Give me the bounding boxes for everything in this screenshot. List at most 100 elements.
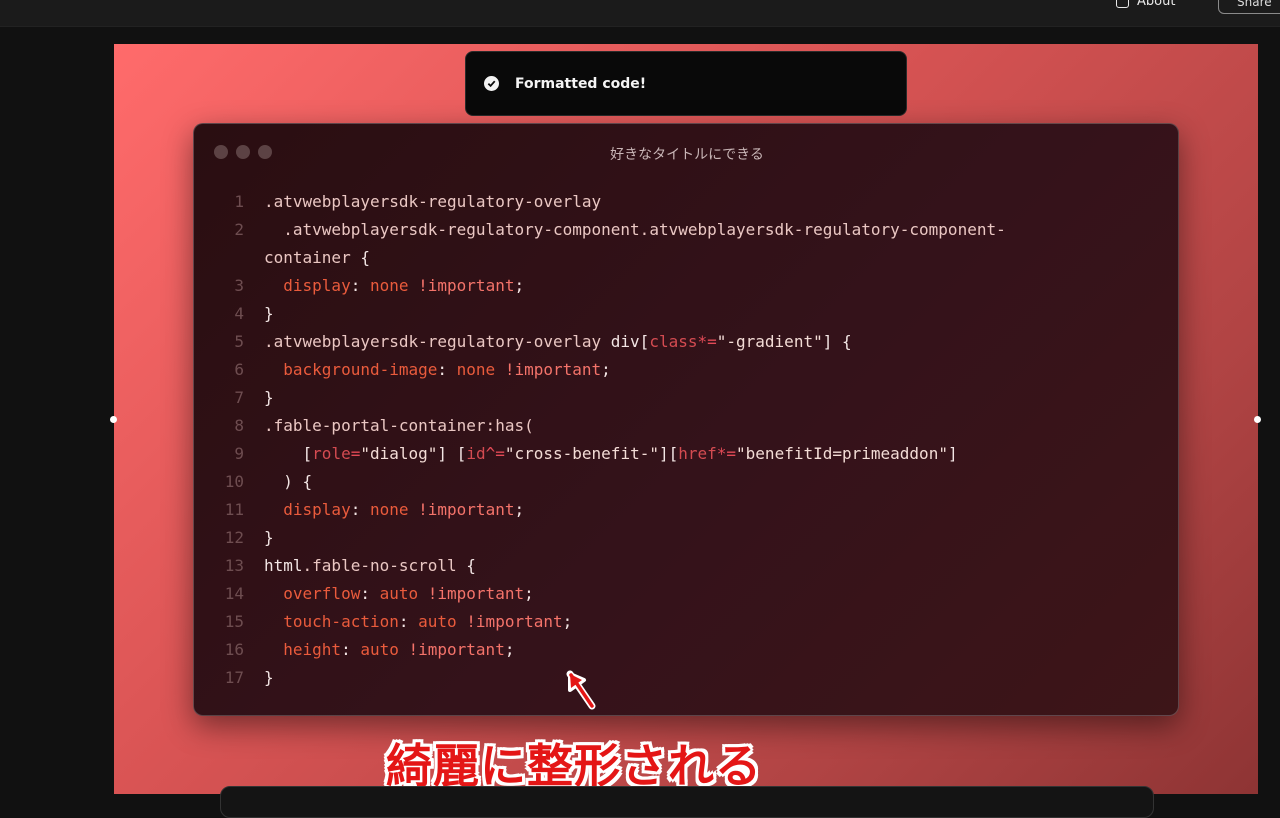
resize-handle-left[interactable] [110,416,117,423]
line-number: 6 [234,360,244,379]
code-token: .fable-portal-container:has( [264,416,534,435]
code-token: none [456,360,496,379]
about-button[interactable]: About [1116,0,1175,9]
code-token: display [264,276,351,295]
code-token: : [341,640,361,659]
code-text: height: auto !important; [264,636,514,664]
code-line: 12} [214,524,1144,552]
code-text: touch-action: auto !important; [264,608,572,636]
code-token: .atvwebplayersdk-regulatory-overlay [264,332,611,351]
code-token: : [350,500,370,519]
code-token: { [456,556,476,575]
code-token: div[ [610,332,650,351]
check-circle-icon [484,76,499,91]
code-token: } [264,668,274,687]
line-number: 3 [234,276,244,295]
code-line: 16 height: auto !important; [214,636,1144,664]
code-token: ][ [658,444,679,463]
code-token: "cross-benefit-" [504,444,659,463]
code-token: *= [716,444,737,463]
window-title[interactable]: 好きなタイトルにできる [194,144,1180,164]
code-text: } [264,664,274,692]
code-token: ] [ [437,444,467,463]
code-token: auto [418,612,457,631]
code-token: !important [408,500,515,519]
code-token: auto [379,584,419,603]
line-number: 5 [234,332,244,351]
line-number: 14 [224,584,244,603]
code-text: overflow: auto !important; [264,580,534,608]
code-token: ; [562,612,573,631]
code-window: 好きなタイトルにできる 1 .atvwebplayersdk-regulatory… [193,123,1179,716]
about-label: About [1137,0,1176,9]
code-line: 6 background-image: none !important; [214,356,1144,384]
resize-handle-right[interactable] [1254,416,1261,423]
code-token: class [649,332,698,351]
code-text: } [264,524,274,552]
code-token: *= [697,332,717,351]
code-text: .atvwebplayersdk-regulatory-overlay div[… [264,328,852,356]
code-line: 7} [214,384,1144,412]
code-token: .atvwebplayersdk-regulatory-overlay [264,192,602,211]
code-token: touch-action [264,612,399,631]
code-token: ; [504,640,515,659]
code-line: 11 display: none !important; [214,496,1144,524]
line-number: 17 [224,668,244,687]
code-token: } [264,388,274,407]
code-token: "dialog" [360,444,438,463]
code-token: } [264,528,274,547]
line-number: 9 [234,444,244,463]
code-token: ] { [822,332,852,351]
code-token: "-gradient" [716,332,823,351]
code-text: [role="dialog"] [id^="cross-benefit-"][h… [264,440,958,468]
code-token: !important [495,360,602,379]
code-editor[interactable]: 1 .atvwebplayersdk-regulatory-overlay 2 .a… [214,188,1144,692]
code-token: id [466,444,486,463]
code-line: 8 .fable-portal-container:has( [214,412,1144,440]
code-token: : [398,612,419,631]
code-token: ; [601,360,611,379]
code-line: 9 [role="dialog"] [id^="cross-benefit-"]… [214,440,1144,468]
code-token: ; [524,584,534,603]
code-token: { [350,248,370,267]
code-token: ; [514,500,525,519]
share-button[interactable]: Share [1218,0,1280,14]
code-token: .fable-no-scroll [302,556,457,575]
red-arrow-icon [566,670,596,710]
code-token: ] [947,444,958,463]
code-token: "benefitId=primeaddon" [736,444,948,463]
code-line: 14 overflow: auto !important; [214,580,1144,608]
code-line: 1 .atvwebplayersdk-regulatory-overlay [214,188,1144,216]
code-text: ) { [264,468,312,496]
code-text: .fable-portal-container:has( [264,412,534,440]
line-number: 2 [234,220,244,239]
code-line: 2 .atvwebplayersdk-regulatory-component.… [214,216,1144,244]
code-token: [ [264,444,313,463]
code-token: role [312,444,351,463]
code-text: html.fable-no-scroll { [264,552,476,580]
code-line: 4} [214,300,1144,328]
line-number [214,244,244,272]
code-token: html [264,556,303,575]
code-token: : [350,276,370,295]
code-token: container [264,248,351,267]
code-line: container { [214,244,1144,272]
code-text: display: none !important; [264,272,524,300]
code-line: 3 display: none !important; [214,272,1144,300]
code-token: !important [408,276,515,295]
code-line: 17} [214,664,1144,692]
code-token: background-image [264,360,438,379]
code-token: !important [418,584,525,603]
code-token: : [437,360,457,379]
code-token: } [264,304,274,323]
line-number: 1 [234,192,244,211]
code-token: auto [360,640,399,659]
line-number: 10 [224,472,244,491]
code-line: 13 html.fable-no-scroll { [214,552,1144,580]
code-token: ^= [485,444,505,463]
code-text: } [264,384,274,412]
code-token: !important [456,612,563,631]
line-number: 16 [224,640,244,659]
code-token: = [350,444,361,463]
code-token: href [678,444,717,463]
